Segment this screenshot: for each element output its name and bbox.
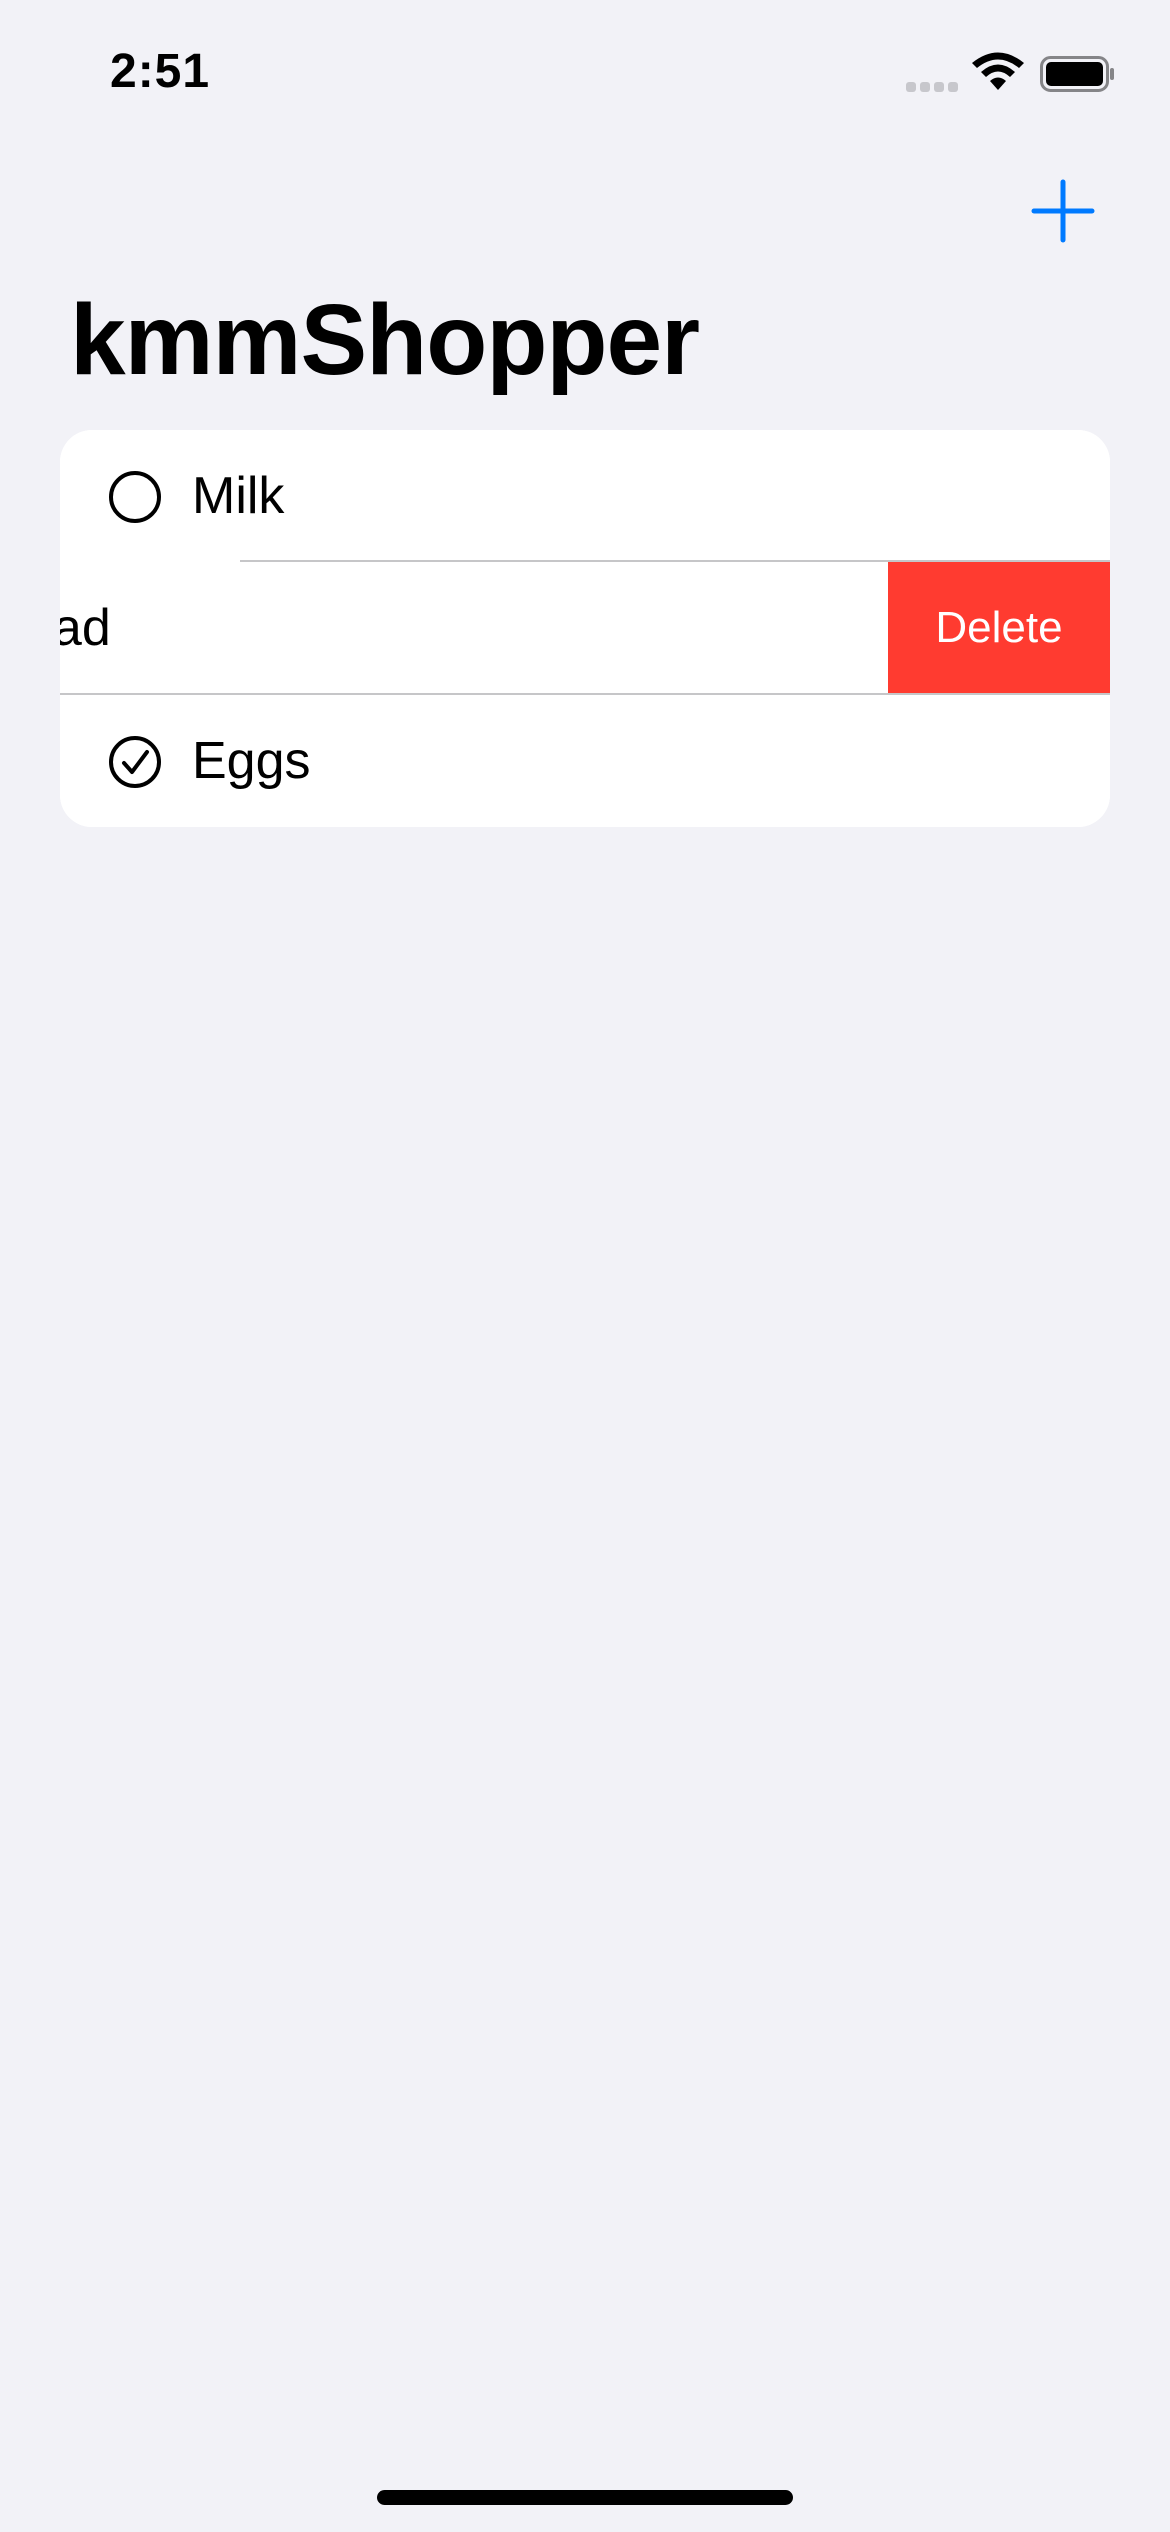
- wifi-icon: [972, 52, 1024, 90]
- item-label: Milk: [192, 467, 285, 525]
- list-item[interactable]: Eggs: [60, 695, 1110, 827]
- status-time: 2:51: [110, 45, 211, 98]
- add-item-button[interactable]: [1028, 176, 1098, 246]
- delete-button[interactable]: Delete: [888, 562, 1110, 694]
- home-indicator[interactable]: [377, 2490, 793, 2505]
- item-label: Eggs: [192, 732, 311, 790]
- circle-icon[interactable]: [108, 470, 162, 524]
- list-item[interactable]: Milk: [60, 430, 1110, 562]
- shopping-list: Milk Bread Delete Eggs: [60, 430, 1110, 827]
- item-label: Bread: [60, 599, 111, 657]
- swiped-content[interactable]: Bread: [60, 562, 890, 694]
- checkmark-circle-icon[interactable]: [108, 735, 162, 789]
- cellular-signal-icon: [906, 82, 958, 92]
- page-title: kmmShopper: [70, 284, 700, 396]
- battery-icon: [1040, 56, 1114, 92]
- list-item-swiped[interactable]: Bread Delete: [60, 562, 1110, 694]
